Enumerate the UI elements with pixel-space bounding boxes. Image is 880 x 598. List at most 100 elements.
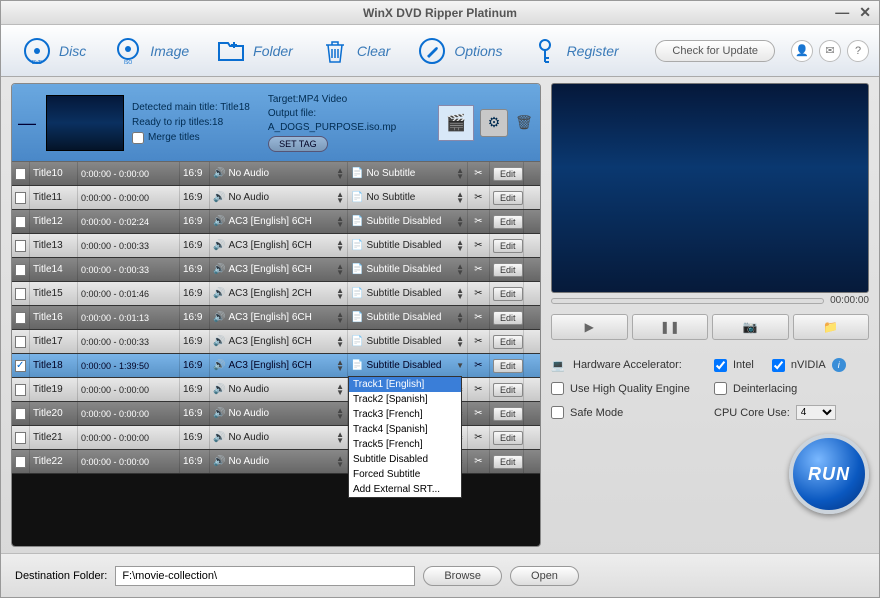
deint-checkbox[interactable] (714, 382, 727, 395)
set-tag-button[interactable]: SET TAG (268, 136, 328, 152)
merge-checkbox[interactable] (132, 132, 144, 144)
disc-button[interactable]: DVD Disc (11, 31, 96, 71)
subtitle-select[interactable]: 📄 Subtitle Disabled▲▼ (348, 306, 468, 329)
scissors-icon[interactable]: ✂ (468, 426, 490, 449)
subtitle-option[interactable]: Track1 [English] (349, 377, 461, 392)
edit-button[interactable]: Edit (493, 407, 523, 421)
edit-button[interactable]: Edit (493, 455, 523, 469)
audio-select[interactable]: 🔊 No Audio▲▼ (210, 162, 348, 185)
nvidia-checkbox[interactable] (772, 359, 785, 372)
browse-button[interactable]: Browse (423, 566, 502, 586)
dest-path-input[interactable] (115, 566, 415, 586)
title-row[interactable]: Title170:00:00 - 0:00:3316:9🔊 AC3 [Engli… (12, 330, 540, 354)
scissors-icon[interactable]: ✂ (468, 450, 490, 473)
help-icon[interactable]: ? (847, 40, 869, 62)
subtitle-select[interactable]: 📄 Subtitle Disabled▲▼ (348, 210, 468, 233)
options-button[interactable]: Options (406, 31, 512, 71)
title-row[interactable]: Title100:00:00 - 0:00:0016:9🔊 No Audio▲▼… (12, 162, 540, 186)
row-checkbox[interactable] (15, 456, 26, 468)
scissors-icon[interactable]: ✂ (468, 234, 490, 257)
subtitle-option[interactable]: Add External SRT... (349, 482, 461, 497)
minimize-button[interactable]: — (835, 4, 849, 21)
close-button[interactable]: ✕ (859, 4, 871, 21)
scissors-icon[interactable]: ✂ (468, 162, 490, 185)
edit-button[interactable]: Edit (493, 311, 523, 325)
scissors-icon[interactable]: ✂ (468, 402, 490, 425)
settings-gear-icon[interactable]: ⚙ (480, 109, 508, 137)
core-select[interactable]: 4 (796, 405, 836, 420)
subtitle-option[interactable]: Forced Subtitle (349, 467, 461, 482)
row-checkbox[interactable] (15, 216, 26, 228)
edit-button[interactable]: Edit (493, 167, 523, 181)
edit-button[interactable]: Edit (493, 383, 523, 397)
title-row[interactable]: Title110:00:00 - 0:00:0016:9🔊 No Audio▲▼… (12, 186, 540, 210)
open-button[interactable]: Open (510, 566, 579, 586)
audio-select[interactable]: 🔊 AC3 [English] 6CH▲▼ (210, 306, 348, 329)
subtitle-select[interactable]: 📄 No Subtitle▲▼ (348, 186, 468, 209)
row-checkbox[interactable] (15, 384, 26, 396)
subtitle-option[interactable]: Subtitle Disabled (349, 452, 461, 467)
subtitle-select[interactable]: 📄 Subtitle Disabled▲▼ (348, 234, 468, 257)
subtitle-select[interactable]: 📄 Subtitle Disabled▲▼ (348, 330, 468, 353)
mail-icon[interactable]: ✉ (819, 40, 841, 62)
edit-button[interactable]: Edit (493, 263, 523, 277)
scissors-icon[interactable]: ✂ (468, 330, 490, 353)
timeline-slider[interactable] (551, 298, 824, 304)
subtitle-select[interactable]: 📄 No Subtitle▲▼ (348, 162, 468, 185)
edit-button[interactable]: Edit (493, 359, 523, 373)
scissors-icon[interactable]: ✂ (468, 186, 490, 209)
row-checkbox[interactable] (15, 192, 26, 204)
folder-button[interactable]: Folder (205, 31, 303, 71)
register-button[interactable]: Register (519, 31, 629, 71)
subtitle-option[interactable]: Track4 [Spanish] (349, 422, 461, 437)
subtitle-option[interactable]: Track2 [Spanish] (349, 392, 461, 407)
subtitle-option[interactable]: Track5 [French] (349, 437, 461, 452)
collapse-button[interactable]: — (18, 113, 38, 133)
title-row[interactable]: Title180:00:00 - 1:39:5016:9🔊 AC3 [Engli… (12, 354, 540, 378)
title-row[interactable]: Title150:00:00 - 0:01:4616:9🔊 AC3 [Engli… (12, 282, 540, 306)
edit-button[interactable]: Edit (493, 239, 523, 253)
audio-select[interactable]: 🔊 No Audio▲▼ (210, 378, 348, 401)
scissors-icon[interactable]: ✂ (468, 354, 490, 377)
scissors-icon[interactable]: ✂ (468, 306, 490, 329)
title-row[interactable]: Title140:00:00 - 0:00:3316:9🔊 AC3 [Engli… (12, 258, 540, 282)
scissors-icon[interactable]: ✂ (468, 258, 490, 281)
delete-icon[interactable]: 🗑 (514, 113, 534, 133)
preview-play-icon[interactable]: 🎬 (438, 105, 474, 141)
intel-checkbox[interactable] (714, 359, 727, 372)
row-checkbox[interactable] (15, 264, 26, 276)
audio-select[interactable]: 🔊 AC3 [English] 6CH▲▼ (210, 210, 348, 233)
audio-select[interactable]: 🔊 AC3 [English] 6CH▲▼ (210, 234, 348, 257)
row-checkbox[interactable] (15, 168, 26, 180)
scissors-icon[interactable]: ✂ (468, 282, 490, 305)
audio-select[interactable]: 🔊 AC3 [English] 6CH▲▼ (210, 330, 348, 353)
open-folder-button[interactable]: 📁 (793, 314, 870, 340)
row-checkbox[interactable] (15, 408, 26, 420)
row-checkbox[interactable] (15, 360, 26, 372)
subtitle-select[interactable]: 📄 Subtitle Disabled▲▼ (348, 258, 468, 281)
audio-select[interactable]: 🔊 No Audio▲▼ (210, 426, 348, 449)
audio-select[interactable]: 🔊 AC3 [English] 6CH▲▼ (210, 258, 348, 281)
title-row[interactable]: Title130:00:00 - 0:00:3316:9🔊 AC3 [Engli… (12, 234, 540, 258)
play-button[interactable]: ▶ (551, 314, 628, 340)
title-row[interactable]: Title120:00:00 - 0:02:2416:9🔊 AC3 [Engli… (12, 210, 540, 234)
edit-button[interactable]: Edit (493, 287, 523, 301)
row-checkbox[interactable] (15, 288, 26, 300)
run-button[interactable]: RUN (789, 434, 869, 514)
subtitle-select[interactable]: 📄 Subtitle Disabled▲▼ (348, 282, 468, 305)
image-button[interactable]: ISO Image (102, 31, 199, 71)
info-icon[interactable]: i (832, 358, 846, 372)
audio-select[interactable]: 🔊 AC3 [English] 6CH▲▼ (210, 354, 348, 377)
row-checkbox[interactable] (15, 240, 26, 252)
subtitle-option[interactable]: Track3 [French] (349, 407, 461, 422)
scissors-icon[interactable]: ✂ (468, 378, 490, 401)
row-checkbox[interactable] (15, 432, 26, 444)
audio-select[interactable]: 🔊 No Audio▲▼ (210, 186, 348, 209)
audio-select[interactable]: 🔊 No Audio▲▼ (210, 450, 348, 473)
edit-button[interactable]: Edit (493, 335, 523, 349)
hq-checkbox[interactable] (551, 382, 564, 395)
row-checkbox[interactable] (15, 312, 26, 324)
safe-checkbox[interactable] (551, 406, 564, 419)
row-checkbox[interactable] (15, 336, 26, 348)
edit-button[interactable]: Edit (493, 191, 523, 205)
